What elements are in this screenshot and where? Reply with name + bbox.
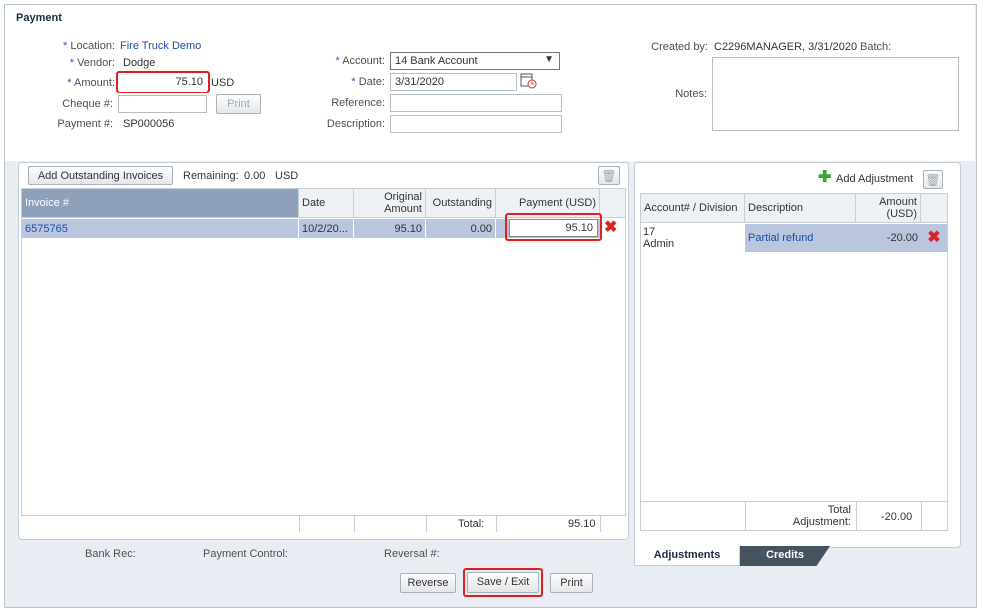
col-invoice-number[interactable]: Invoice # (22, 189, 299, 217)
account-select-value: 14 Bank Account (395, 55, 478, 67)
invoice-number: 6575765 (22, 219, 299, 238)
vendor-value: Dodge (123, 57, 156, 69)
created-by-label: Created by: (651, 41, 708, 53)
location-value: Fire Truck Demo (120, 40, 202, 52)
invoices-total-label: Total: (458, 518, 485, 530)
adjustment-amount: -20.00 (856, 224, 921, 252)
batch-label: Batch: (860, 41, 892, 53)
reference-input[interactable] (390, 94, 562, 112)
delete-icon[interactable]: ✖ (604, 220, 617, 236)
print-button[interactable]: Print (550, 573, 593, 593)
date-input[interactable]: 3/31/2020 (390, 73, 517, 91)
cheque-input[interactable] (118, 95, 207, 113)
account-label: * Account: (335, 55, 385, 67)
reference-label: Reference: (331, 97, 385, 109)
page-title: Payment (16, 12, 62, 24)
col-original-amount[interactable]: Original Amount (354, 189, 426, 217)
adjustment-account-cell: 17 Admin (641, 224, 745, 252)
calendar-icon[interactable] (520, 72, 537, 89)
reversal-label: Reversal #: (384, 548, 440, 560)
adjustments-grid-header: Account# / Division Description Amount (… (641, 194, 947, 223)
adjustments-total-row: Total Adjustment: -20.00 (641, 501, 947, 531)
invoices-total-row: Total: 95.10 (22, 515, 625, 532)
col-amount[interactable]: Amount (USD) (856, 194, 921, 222)
amount-label: * Amount: (67, 77, 115, 89)
delete-adjustment-icon[interactable]: ✖ (921, 224, 947, 252)
col-outstanding[interactable]: Outstanding (426, 189, 496, 217)
notes-textarea[interactable] (712, 57, 959, 131)
remaining-label: Remaining: (183, 170, 239, 182)
trash-icon[interactable]: 🗑 (598, 166, 620, 185)
col-description[interactable]: Description (745, 194, 856, 222)
payment-number-value: SP000056 (123, 118, 175, 130)
cheque-print-button[interactable]: Print (216, 94, 261, 114)
remaining-value: 0.00 (244, 170, 266, 182)
adjustment-division: Admin (643, 238, 675, 250)
payment-number-label: Payment #: (57, 118, 113, 130)
invoices-total-value: 95.10 (568, 518, 596, 530)
invoice-original: 95.10 (354, 219, 426, 238)
remaining-currency: USD (275, 170, 299, 182)
invoice-date: 10/2/20... (299, 219, 354, 238)
tab-credits[interactable]: Credits (740, 546, 830, 566)
bank-rec-label: Bank Rec: (85, 548, 136, 560)
adjustments-total-value: -20.00 (881, 511, 913, 523)
payment-input[interactable]: 95.10 (509, 219, 598, 237)
col-account-division[interactable]: Account# / Division (641, 194, 745, 222)
payment-control-label: Payment Control: (203, 548, 288, 560)
col-date[interactable]: Date (299, 189, 354, 217)
reverse-button[interactable]: Reverse (400, 573, 456, 593)
amount-currency: USD (211, 77, 235, 89)
description-label: Description: (326, 118, 385, 130)
adjustment-account: 17 (643, 226, 656, 238)
invoice-outstanding: 0.00 (426, 219, 496, 238)
cheque-label: Cheque #: (62, 98, 113, 110)
table-row[interactable]: 17 Admin Partial refund -20.00 (641, 224, 921, 252)
date-label: * Date: (351, 76, 385, 88)
tab-adjustments[interactable]: Adjustments (634, 546, 740, 566)
plus-icon[interactable]: ✚ (818, 170, 831, 186)
save-exit-button[interactable]: Save / Exit (467, 572, 539, 593)
add-outstanding-invoices-button[interactable]: Add Outstanding Invoices (28, 166, 173, 185)
adjustment-trash-icon[interactable]: 🗑 (923, 170, 943, 189)
adjustments-total-label: Total Adjustment: (792, 504, 851, 528)
location-label: * Location: (63, 40, 115, 52)
amount-input[interactable]: 75.10 (119, 74, 207, 92)
description-input[interactable] (390, 115, 562, 133)
created-by-value: C2296MANAGER, 3/31/2020 (714, 41, 858, 53)
adjustment-description: Partial refund (745, 224, 856, 252)
vendor-label: * Vendor: (69, 57, 115, 69)
add-adjustment-button[interactable]: Add Adjustment (836, 173, 913, 185)
chevron-down-icon: ▼ (544, 54, 554, 65)
notes-label: Notes: (675, 88, 707, 100)
account-select[interactable]: 14 Bank Account ▼ (390, 52, 560, 70)
